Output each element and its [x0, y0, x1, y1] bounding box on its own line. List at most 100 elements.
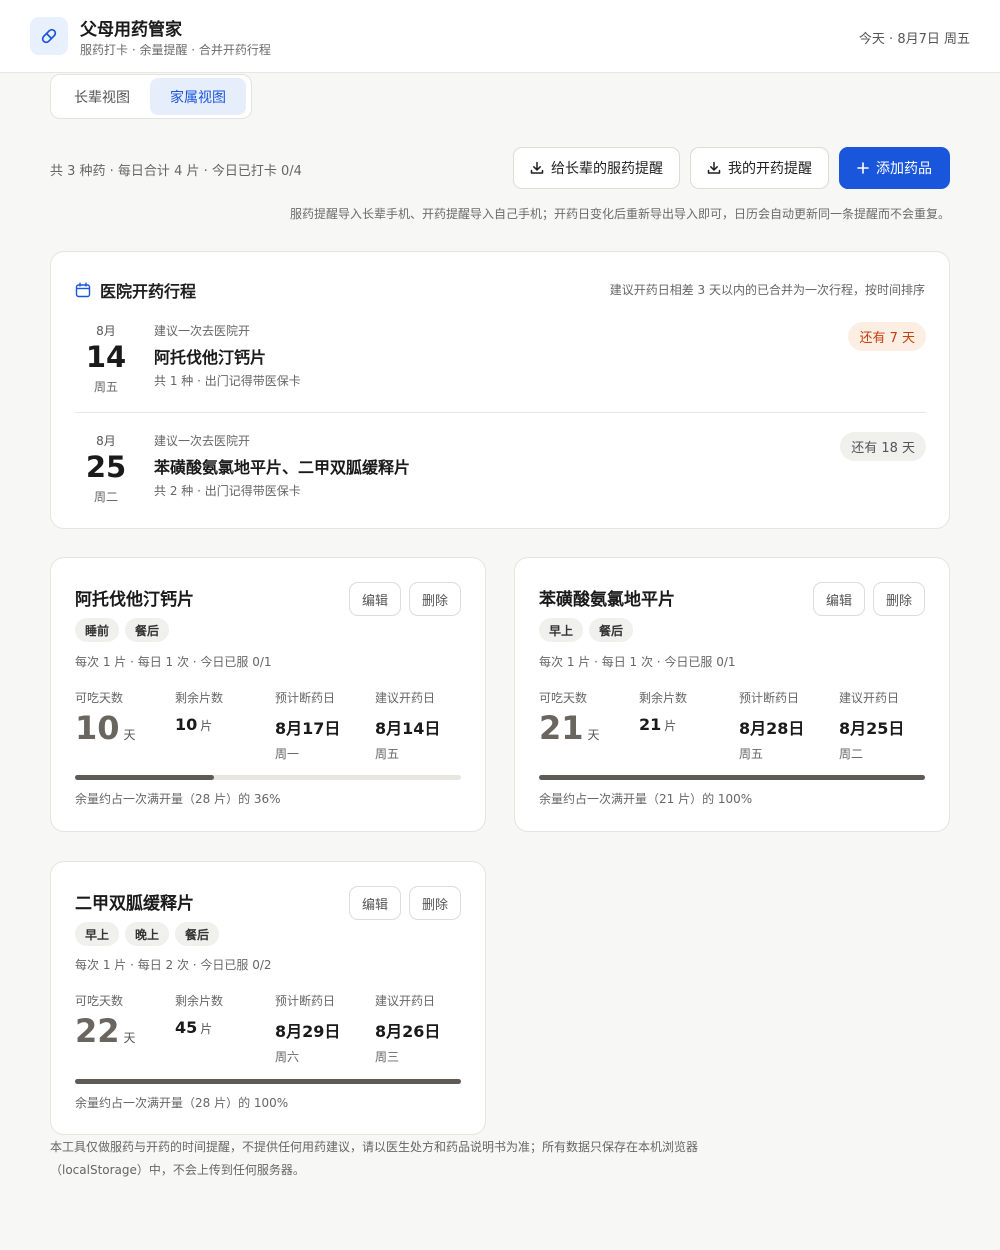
medicine-name: 阿托伐他汀钙片	[75, 590, 194, 610]
run-out-label: 预计断药日	[275, 994, 336, 1008]
elder-reminder-button[interactable]: 给长辈的服药提醒	[513, 147, 680, 189]
calendar-icon	[75, 282, 91, 298]
schedule-header: 医院开药行程	[75, 278, 196, 302]
app-title: 父母用药管家	[80, 20, 182, 40]
pills-left-value: 10	[175, 715, 198, 734]
refill-weekday: 周三	[375, 1050, 400, 1064]
refill-stat: 建议开药日 8月25日 周二	[839, 689, 939, 762]
refill-stat: 建议开药日 8月26日 周三	[375, 992, 475, 1065]
day-unit: 天	[123, 1031, 136, 1045]
delete-button[interactable]: 删除	[409, 582, 461, 616]
run-out-stat: 预计断药日 8月29日 周六	[275, 992, 375, 1065]
edit-button[interactable]: 编辑	[349, 886, 401, 920]
today-date: 今天 · 8月7日 周五	[858, 32, 970, 47]
hospital-schedule-card: 医院开药行程 建议开药日相差 3 天以内的已合并为一次行程，按时间排序 8月 1…	[50, 251, 950, 529]
supply-note: 余量约占一次满开量（21 片）的 100%	[539, 792, 753, 806]
pills-left-stat: 剩余片数 21 片	[639, 689, 739, 734]
supply-progress-fill	[75, 1079, 461, 1084]
schedule-note: 建议开药日相差 3 天以内的已合并为一次行程，按时间排序	[609, 283, 925, 297]
trip-drugs: 阿托伐他汀钙片	[154, 348, 267, 367]
days-left-stat: 可吃天数 21 天	[539, 689, 639, 744]
tab-elder-view[interactable]: 长辈视图	[54, 78, 150, 115]
supply-note: 余量约占一次满开量（28 片）的 36%	[75, 792, 281, 806]
dose-info: 每次 1 片 · 每日 1 次 · 今日已服 0/1	[75, 655, 272, 669]
edit-button[interactable]: 编辑	[813, 582, 865, 616]
run-out-label: 预计断药日	[739, 691, 800, 705]
days-left-value: 10	[75, 709, 120, 747]
run-out-weekday: 周五	[739, 747, 764, 761]
trip-meta: 共 2 种 · 出门记得带医保卡	[154, 484, 301, 498]
timing-tag: 餐后	[125, 618, 170, 642]
timing-tag: 餐后	[589, 618, 634, 642]
run-out-weekday: 周六	[275, 1050, 300, 1064]
trip-day: 14	[85, 340, 127, 374]
download-icon	[530, 161, 544, 174]
trip-day: 25	[85, 450, 127, 484]
countdown-badge: 还有 18 天	[840, 432, 926, 461]
pills-left-label: 剩余片数	[175, 994, 224, 1008]
trip-drugs: 苯磺酸氨氯地平片、二甲双胍缓释片	[154, 458, 411, 477]
trip-month: 8月	[96, 434, 116, 448]
tab-family-view[interactable]: 家属视图	[150, 78, 246, 115]
timing-tag: 早上	[75, 922, 120, 946]
app-header: 父母用药管家 服药打卡 · 余量提醒 · 合并开药行程 今天 · 8月7日 周五	[0, 0, 1000, 73]
add-drug-button[interactable]: 添加药品	[839, 147, 950, 189]
medicine-name: 苯磺酸氨氯地平片	[539, 590, 675, 610]
summary-text: 共 3 种药 · 每日合计 4 片 · 今日已打卡 0/4	[50, 164, 302, 179]
download-icon	[707, 161, 721, 174]
disclaimer: 本工具仅做服药与开药的时间提醒，不提供任何用药建议，请以医生处方和药品说明书为准…	[50, 1140, 699, 1177]
pills-left-stat: 剩余片数 45 片	[175, 992, 275, 1037]
my-reminder-button[interactable]: 我的开药提醒	[690, 147, 829, 189]
timing-tag: 睡前	[75, 618, 120, 642]
app-subtitle: 服药打卡 · 余量提醒 · 合并开药行程	[80, 43, 271, 57]
days-left-value: 21	[539, 709, 584, 747]
refill-label: 建议开药日	[839, 691, 900, 705]
supply-progress-bar	[539, 775, 925, 780]
refill-weekday: 周二	[839, 747, 864, 761]
run-out-stat: 预计断药日 8月17日 周一	[275, 689, 375, 762]
medicine-card: 阿托伐他汀钙片 编辑 删除 睡前 餐后 每次 1 片 · 每日 1 次 · 今日…	[50, 557, 486, 832]
refill-stat: 建议开药日 8月14日 周五	[375, 689, 475, 762]
pills-left-stat: 剩余片数 10 片	[175, 689, 275, 734]
delete-button[interactable]: 删除	[409, 886, 461, 920]
run-out-stat: 预计断药日 8月28日 周五	[739, 689, 839, 762]
trip-hint: 建议一次去医院开	[154, 434, 251, 448]
timing-tags: 早上 晚上 餐后	[75, 922, 220, 946]
days-left-value: 22	[75, 1012, 120, 1050]
day-unit: 天	[123, 728, 136, 742]
pills-left-label: 剩余片数	[639, 691, 688, 705]
days-left-label: 可吃天数	[75, 691, 124, 705]
trip-meta: 共 1 种 · 出门记得带医保卡	[154, 374, 301, 388]
delete-button[interactable]: 删除	[873, 582, 925, 616]
trip-weekday: 周二	[93, 490, 118, 504]
plus-icon	[857, 162, 869, 174]
elder-reminder-label: 给长辈的服药提醒	[551, 161, 663, 177]
timing-tags: 睡前 餐后	[75, 618, 170, 642]
run-out-weekday: 周一	[275, 747, 300, 761]
run-out-date: 8月29日	[275, 1022, 341, 1041]
days-left-stat: 可吃天数 10 天	[75, 689, 175, 744]
schedule-title: 医院开药行程	[100, 282, 197, 301]
edit-button[interactable]: 编辑	[349, 582, 401, 616]
medicine-card: 二甲双胍缓释片 编辑 删除 早上 晚上 餐后 每次 1 片 · 每日 2 次 ·…	[50, 861, 486, 1135]
medicine-card: 苯磺酸氨氯地平片 编辑 删除 早上 餐后 每次 1 片 · 每日 1 次 · 今…	[514, 557, 950, 832]
timing-tag: 餐后	[175, 922, 220, 946]
supply-note: 余量约占一次满开量（28 片）的 100%	[75, 1096, 289, 1110]
trip-item: 8月 14 周五 建议一次去医院开 阿托伐他汀钙片 共 1 种 · 出门记得带医…	[75, 322, 926, 412]
run-out-label: 预计断药日	[275, 691, 336, 705]
countdown-badge: 还有 7 天	[848, 322, 926, 351]
medicine-name: 二甲双胍缓释片	[75, 894, 194, 914]
pills-left-value: 21	[639, 715, 662, 734]
supply-progress-fill	[75, 775, 214, 780]
pills-left-label: 剩余片数	[175, 691, 224, 705]
divider	[75, 412, 926, 413]
days-left-label: 可吃天数	[75, 994, 124, 1008]
trip-hint: 建议一次去医院开	[154, 324, 251, 338]
pills-left-value: 45	[175, 1018, 198, 1037]
timing-tag: 早上	[539, 618, 584, 642]
pill-unit: 片	[664, 719, 677, 733]
dose-info: 每次 1 片 · 每日 2 次 · 今日已服 0/2	[75, 958, 272, 972]
days-left-stat: 可吃天数 22 天	[75, 992, 175, 1047]
trip-item: 8月 25 周二 建议一次去医院开 苯磺酸氨氯地平片、二甲双胍缓释片 共 2 种…	[75, 432, 926, 522]
supply-progress-fill	[539, 775, 925, 780]
